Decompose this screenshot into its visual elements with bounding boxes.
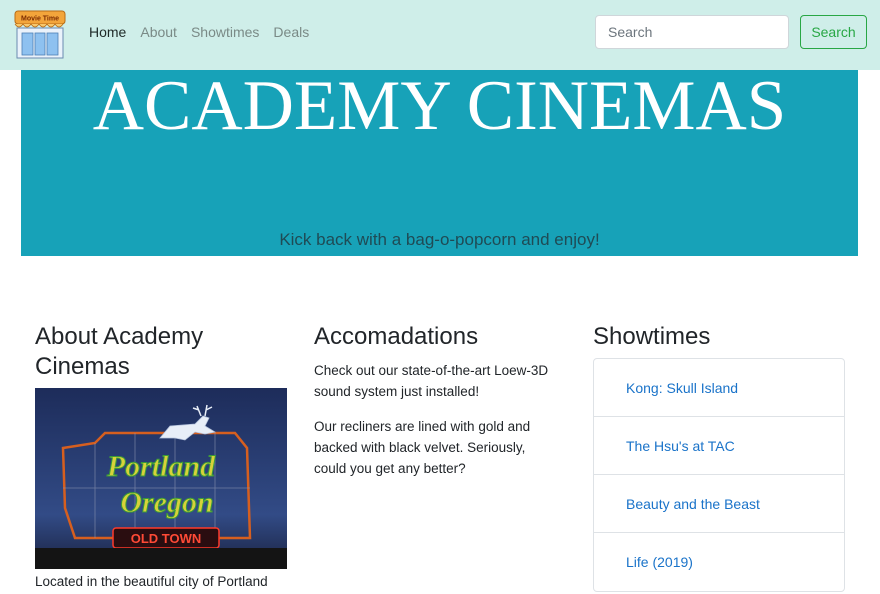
accommodations-section: Accomadations Check out our state-of-the… [314,322,559,493]
nav-link-deals[interactable]: Deals [273,22,309,42]
svg-text:Oregon: Oregon [120,486,213,519]
svg-text:Portland: Portland [106,450,216,483]
nav-link-showtimes[interactable]: Showtimes [191,22,259,42]
hero-tagline: Kick back with a bag-o-popcorn and enjoy… [279,230,600,249]
showtimes-heading: Showtimes [593,323,711,350]
showtimes-list: Kong: Skull Island The Hsu's at TAC Beau… [593,358,845,592]
portland-sign-photo: Portland Oregon OLD TOWN [35,388,287,569]
showtime-link-kong[interactable]: Kong: Skull Island [594,359,844,417]
nav-link-about[interactable]: About [140,22,177,42]
photo-old-town-text: OLD TOWN [131,531,202,546]
hero-title: ACADEMY CINEMAS [92,67,787,145]
showtime-link-hsus[interactable]: The Hsu's at TAC [594,417,844,475]
search-button[interactable]: Search [800,15,867,49]
nav-links: Home About Showtimes Deals [89,22,323,42]
showtimes-section: Showtimes Kong: Skull Island The Hsu's a… [593,322,845,592]
hero-banner: ACADEMY CINEMAS Kick back with a bag-o-p… [21,70,858,256]
about-heading: About Academy Cinemas [35,323,204,380]
accommodations-paragraph-2: Our recliners are lined with gold and ba… [314,419,531,476]
about-section: About Academy Cinemas Portland Oregon OL… [35,322,290,592]
nav-link-home[interactable]: Home [89,22,126,42]
movie-time-logo[interactable]: Movie Time [13,8,67,60]
search-input[interactable] [595,15,789,49]
accommodations-paragraph-1: Check out our state-of-the-art Loew-3D s… [314,363,549,399]
logo-text: Movie Time [21,16,59,23]
accommodations-heading: Accomadations [314,323,479,350]
showtime-link-life[interactable]: Life (2019) [594,533,844,591]
about-caption: Located in the beautiful city of Portlan… [35,574,268,589]
showtime-link-beauty-beast[interactable]: Beauty and the Beast [594,475,844,533]
navbar: Movie Time Home About Showtimes Deals Se… [0,0,880,70]
